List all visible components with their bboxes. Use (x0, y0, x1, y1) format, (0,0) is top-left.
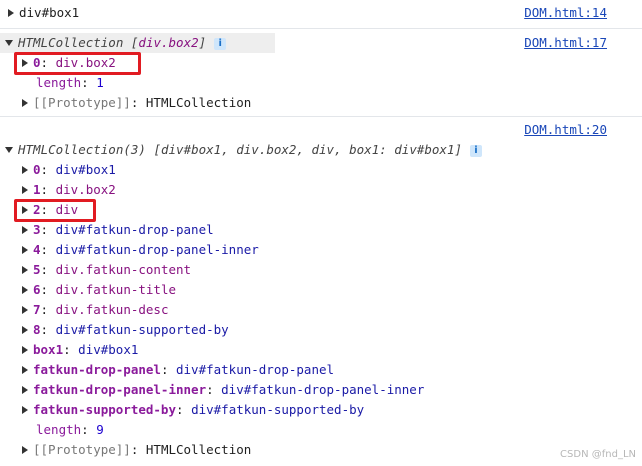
expand-arrow-icon[interactable] (22, 325, 28, 334)
expand-arrow-icon[interactable] (8, 8, 14, 17)
expand-arrow-icon[interactable] (22, 165, 28, 174)
expand-arrow-icon[interactable] (22, 185, 28, 194)
property-key: 0 (33, 162, 41, 177)
highlight-box (14, 199, 96, 222)
highlight-box (14, 52, 141, 75)
property-key: length (36, 422, 82, 437)
info-icon[interactable]: i (470, 144, 483, 157)
prototype-row[interactable]: [[Prototype]]: HTMLCollection (22, 440, 251, 460)
collection-type: HTMLCollection [ (18, 35, 139, 50)
property-row[interactable]: 0: div#box1 (22, 160, 116, 180)
property-key: 3 (33, 222, 41, 237)
source-link[interactable]: DOM.html:14 (524, 3, 607, 23)
property-value: div.fatkun-desc (55, 302, 169, 317)
source-link[interactable]: DOM.html:17 (524, 33, 607, 53)
console-entry-div-box1[interactable]: div#box1 (8, 3, 79, 23)
property-row: length: 1 (36, 75, 104, 90)
property-value: div#box1 (78, 342, 139, 357)
expand-arrow-icon[interactable] (22, 225, 28, 234)
property-value: div#fatkun-supported-by (191, 402, 365, 417)
divider (0, 116, 642, 117)
collection-header[interactable]: HTMLCollection [div.box2] i (5, 33, 227, 53)
collapse-arrow-icon[interactable] (5, 146, 13, 153)
property-value: div#fatkun-supported-by (55, 322, 229, 337)
expand-arrow-icon[interactable] (22, 405, 28, 414)
property-value: div#fatkun-drop-panel (55, 222, 214, 237)
property-key: 6 (33, 282, 41, 297)
property-row[interactable]: 3: div#fatkun-drop-panel (22, 220, 214, 240)
collapse-arrow-icon[interactable] (5, 39, 13, 46)
expand-arrow-icon[interactable] (22, 365, 28, 374)
property-key: 1 (33, 182, 41, 197)
property-row[interactable]: 6: div.fatkun-title (22, 280, 176, 300)
property-value: div#fatkun-drop-panel-inner (221, 382, 425, 397)
property-value: div#box1 (55, 162, 116, 177)
expand-arrow-icon[interactable] (22, 445, 28, 454)
property-row[interactable]: 4: div#fatkun-drop-panel-inner (22, 240, 259, 260)
property-row[interactable]: fatkun-supported-by: div#fatkun-supporte… (22, 400, 364, 420)
collection-summary: HTMLCollection(3) [div#box1, div.box2, d… (18, 142, 463, 157)
property-row[interactable]: 8: div#fatkun-supported-by (22, 320, 229, 340)
property-row[interactable]: 1: div.box2 (22, 180, 116, 200)
expand-arrow-icon[interactable] (22, 285, 28, 294)
prototype-row[interactable]: [[Prototype]]: HTMLCollection (22, 93, 251, 113)
expand-arrow-icon[interactable] (22, 385, 28, 394)
property-key: 5 (33, 262, 41, 277)
property-key: 4 (33, 242, 41, 257)
property-value: HTMLCollection (145, 95, 252, 110)
property-key: 8 (33, 322, 41, 337)
property-value: div#fatkun-drop-panel-inner (55, 242, 259, 257)
collection-header[interactable]: HTMLCollection(3) [div#box1, div.box2, d… (5, 140, 483, 160)
property-value: div.fatkun-title (55, 282, 177, 297)
property-key: box1 (33, 342, 64, 357)
divider (0, 28, 642, 29)
property-row[interactable]: 5: div.fatkun-content (22, 260, 191, 280)
property-key: fatkun-drop-panel (33, 362, 161, 377)
expand-arrow-icon[interactable] (22, 98, 28, 107)
property-key: [[Prototype]] (33, 442, 131, 457)
property-key: fatkun-drop-panel-inner (33, 382, 207, 397)
property-value: div.box2 (55, 182, 116, 197)
expand-arrow-icon[interactable] (22, 245, 28, 254)
property-key: length (36, 75, 82, 90)
property-row: length: 9 (36, 422, 104, 437)
property-row[interactable]: fatkun-drop-panel-inner: div#fatkun-drop… (22, 380, 424, 400)
property-key: fatkun-supported-by (33, 402, 176, 417)
expand-arrow-icon[interactable] (22, 305, 28, 314)
collection-bracket: ] (198, 35, 207, 50)
watermark: CSDN @fnd_LN (560, 449, 636, 460)
source-link[interactable]: DOM.html:20 (524, 120, 607, 140)
property-value: HTMLCollection (145, 442, 252, 457)
entry-text: div#box1 (19, 5, 80, 20)
property-key: [[Prototype]] (33, 95, 131, 110)
info-icon[interactable]: i (214, 37, 227, 50)
property-row[interactable]: fatkun-drop-panel: div#fatkun-drop-panel (22, 360, 334, 380)
expand-arrow-icon[interactable] (22, 345, 28, 354)
property-value: 1 (96, 75, 104, 90)
property-value: 9 (96, 422, 104, 437)
property-row[interactable]: box1: div#box1 (22, 340, 138, 360)
property-value: div#fatkun-drop-panel (176, 362, 335, 377)
expand-arrow-icon[interactable] (22, 265, 28, 274)
property-value: div.fatkun-content (55, 262, 192, 277)
property-row[interactable]: 7: div.fatkun-desc (22, 300, 168, 320)
collection-item: div.box2 (138, 35, 199, 50)
property-key: 7 (33, 302, 41, 317)
